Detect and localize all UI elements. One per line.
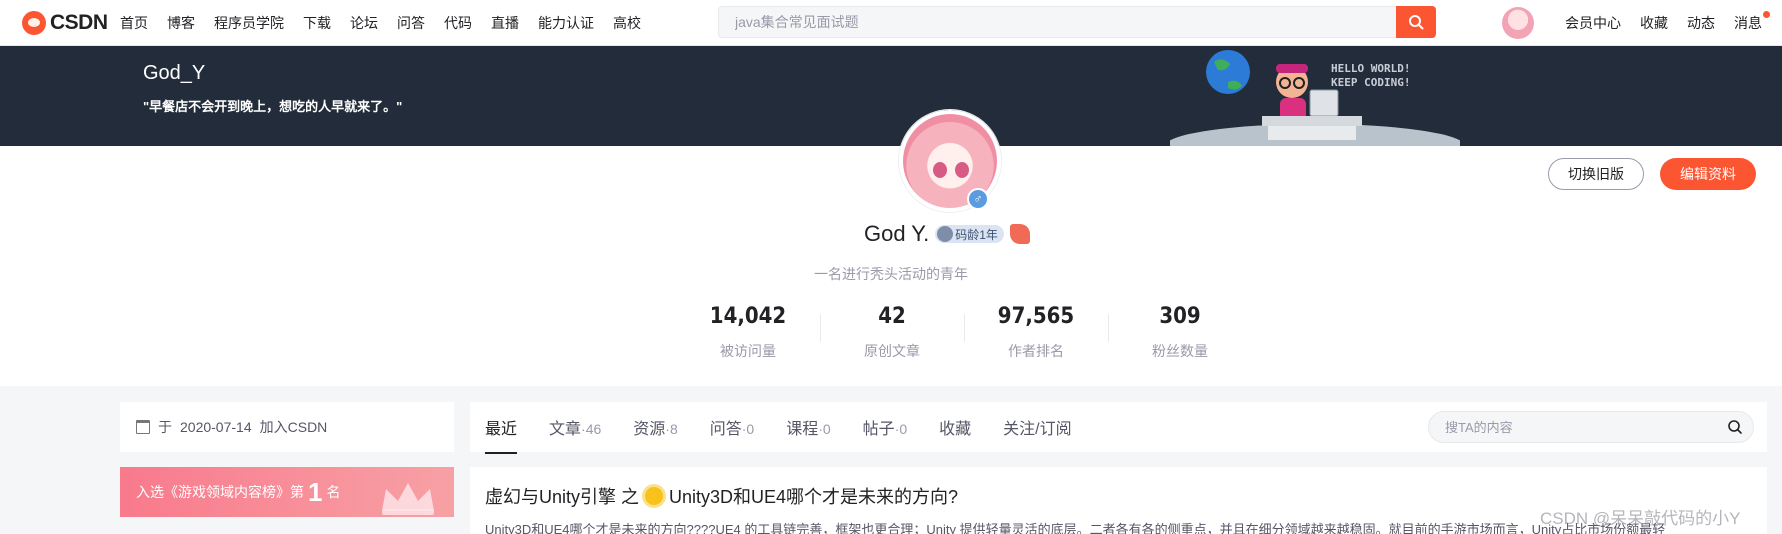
rank-prefix: 入选《游戏领域内容榜》第: [136, 484, 304, 500]
calendar-icon: [136, 420, 150, 434]
tab-following[interactable]: 关注/订阅: [1003, 415, 1071, 439]
tab-label: 课程: [786, 421, 819, 438]
favorites-link[interactable]: 收藏: [1640, 13, 1668, 33]
article-title[interactable]: 虚幻与Unity引擎 之 Unity3D和UE4哪个才是未来的方向?: [485, 483, 958, 509]
crown-icon: [382, 483, 434, 515]
user-content-search: [1428, 411, 1754, 443]
stat-label: 粉丝数量: [1152, 343, 1208, 359]
csdn-watermark: CSDN @呆呆敲代码的小Y: [1540, 509, 1741, 528]
nav-item-blog[interactable]: 博客: [167, 13, 195, 33]
stat-label: 原创文章: [864, 343, 920, 359]
nav-item-certification[interactable]: 能力认证: [538, 13, 594, 33]
edit-profile-button[interactable]: 编辑资料: [1660, 158, 1756, 190]
tab-qa[interactable]: 问答·0: [710, 415, 754, 439]
tab-count: ·0: [818, 421, 831, 437]
banner-motto: "早餐店不会开到晚上，想吃的人早就来了。": [143, 99, 403, 114]
nav-item-code[interactable]: 代码: [444, 13, 472, 33]
tab-articles[interactable]: 文章·46: [549, 415, 601, 439]
messages-link[interactable]: 消息: [1734, 11, 1770, 33]
top-navbar: CSDN 首页 博客 程序员学院 下载 论坛 问答 代码 直播 能力认证 高校 …: [0, 0, 1782, 46]
banner-username: God_Y: [143, 62, 206, 84]
tab-count: ·0: [741, 421, 755, 437]
join-prefix: 于: [158, 419, 172, 435]
user-content-search-input[interactable]: [1429, 412, 1709, 442]
switch-old-version-button[interactable]: 切换旧版: [1548, 158, 1644, 190]
nav-item-forum[interactable]: 论坛: [350, 13, 378, 33]
tab-label: 资源: [633, 421, 666, 438]
search-icon[interactable]: [1727, 419, 1743, 435]
slogan-line-1: HELLO WORLD!: [1331, 62, 1411, 75]
tab-label: 帖子: [862, 421, 895, 438]
tab-label: 问答: [709, 421, 742, 438]
stat-value: 42: [878, 304, 906, 329]
global-search: [718, 6, 1436, 38]
tab-courses[interactable]: 课程·0: [786, 415, 830, 439]
global-search-input[interactable]: [719, 7, 1397, 37]
code-age-badge: 码龄1年: [935, 225, 1004, 243]
join-info: 于 2020-07-14 加入CSDN: [120, 402, 454, 452]
avatar-eye-left: [933, 162, 947, 178]
article-title-part2: Unity3D和UE4哪个才是未来的方向?: [669, 487, 959, 507]
user-menu: 会员中心 收藏 动态 消息: [1565, 0, 1781, 46]
sun-emoji-icon: [645, 487, 664, 505]
stat-value: 309: [1159, 304, 1201, 329]
search-icon: [1409, 15, 1424, 30]
tab-count: ·8: [665, 421, 678, 437]
slogan-line-2: KEEP CODING!: [1331, 76, 1411, 89]
stat-fans[interactable]: 309 粉丝数量: [1108, 304, 1252, 364]
profile-name-row: God Y. 码龄1年: [864, 220, 1030, 248]
avatar-eye-right: [955, 162, 969, 178]
activity-link[interactable]: 动态: [1687, 13, 1715, 33]
profile-signature: 一名进行秃头活动的青年: [814, 266, 968, 282]
tab-label: 关注/订阅: [1003, 421, 1072, 438]
tab-resources[interactable]: 资源·8: [633, 415, 677, 439]
profile-card: 切换旧版 编辑资料 God Y. 码龄1年 一名进行秃头活动的青年 14,042…: [0, 146, 1782, 386]
unread-dot: [1763, 11, 1770, 18]
csdn-logo[interactable]: CSDN: [22, 9, 108, 37]
join-suffix: 加入CSDN: [259, 419, 328, 435]
rank-suffix: 名: [326, 484, 341, 500]
content-tabs: 最近 文章·46 资源·8 问答·0 课程·0 帖子·0 收藏 关注/订阅: [470, 402, 1767, 454]
user-avatar[interactable]: [1502, 7, 1534, 39]
tab-label: 文章: [549, 421, 582, 438]
logo-text: CSDN: [50, 11, 108, 34]
nav-item-download[interactable]: 下载: [303, 13, 331, 33]
join-date: 2020-07-14: [180, 419, 252, 435]
tab-list: 最近 文章·46 资源·8 问答·0 课程·0 帖子·0 收藏 关注/订阅: [485, 402, 1104, 454]
coder-illustration: [1170, 50, 1460, 146]
tab-count: ·46: [581, 421, 602, 437]
tab-posts[interactable]: 帖子·0: [863, 415, 907, 439]
tab-count: ·0: [894, 421, 908, 437]
nav-item-qa[interactable]: 问答: [397, 13, 425, 33]
tab-recent[interactable]: 最近: [485, 415, 518, 454]
stat-value: 14,042: [709, 304, 787, 329]
banner-slogan: HELLO WORLD! KEEP CODING!: [1331, 62, 1410, 90]
nav-item-university[interactable]: 高校: [613, 13, 641, 33]
tab-favorites[interactable]: 收藏: [939, 415, 971, 439]
profile-stats: 14,042 被访问量 42 原创文章 97,565 作者排名 309 粉丝数量: [676, 304, 1252, 364]
tab-label: 最近: [485, 421, 518, 438]
ranking-banner[interactable]: 入选《游戏领域内容榜》第 1 名: [120, 467, 454, 517]
nav-item-home[interactable]: 首页: [120, 13, 148, 33]
profile-nickname: God Y.: [864, 221, 930, 246]
rank-number: 1: [308, 476, 323, 507]
stat-original-articles[interactable]: 42 原创文章: [820, 304, 964, 364]
stat-label: 被访问量: [720, 343, 776, 359]
main-nav: 首页 博客 程序员学院 下载 论坛 问答 代码 直播 能力认证 高校: [120, 0, 660, 46]
medal-icon[interactable]: [1009, 224, 1030, 244]
stat-author-rank[interactable]: 97,565 作者排名: [964, 304, 1108, 364]
stat-label: 作者排名: [1008, 343, 1064, 359]
member-center-link[interactable]: 会员中心: [1565, 13, 1621, 33]
tab-label: 收藏: [939, 421, 972, 438]
gender-male-icon: ♂: [967, 188, 989, 210]
global-search-button[interactable]: [1396, 6, 1436, 38]
csdn-logo-icon: [22, 11, 46, 35]
profile-banner: God_Y "早餐店不会开到晚上，想吃的人早就来了。" HELLO WORLD!…: [0, 46, 1782, 146]
stat-views[interactable]: 14,042 被访问量: [676, 304, 820, 364]
messages-label: 消息: [1734, 15, 1762, 31]
article-title-part1: 虚幻与Unity引擎 之: [485, 487, 640, 507]
nav-item-academy[interactable]: 程序员学院: [214, 13, 284, 33]
nav-item-live[interactable]: 直播: [491, 13, 519, 33]
stat-value: 97,565: [997, 304, 1075, 329]
